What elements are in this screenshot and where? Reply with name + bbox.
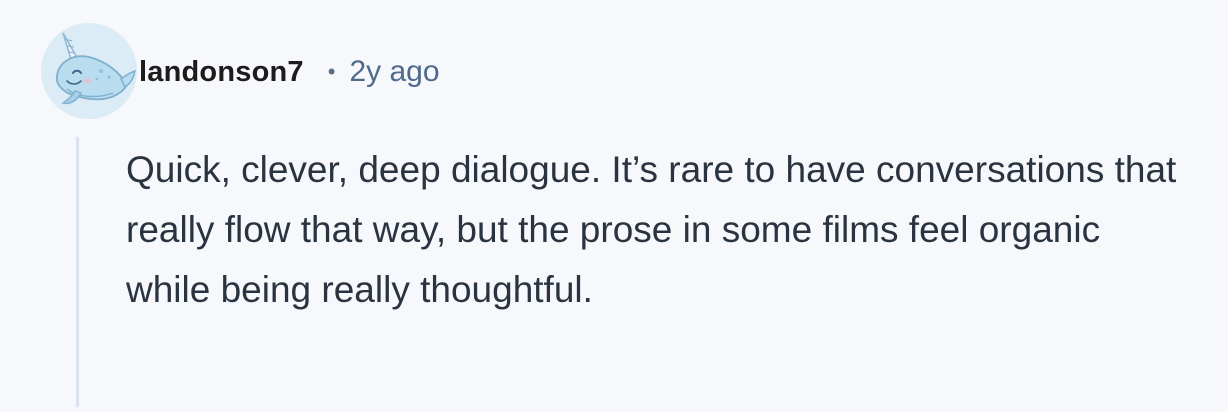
timestamp-link[interactable]: 2y ago [349, 55, 439, 89]
comment-body: Quick, clever, deep dialogue. It’s rare … [126, 149, 1177, 310]
username-link[interactable]: landonson7 [139, 56, 304, 89]
thread-collapse-line[interactable] [76, 137, 79, 407]
comment-header: landonson7 • 2y ago [139, 52, 440, 92]
meta-separator: • [327, 59, 336, 84]
comment-card: landonson7 • 2y ago Quick, clever, deep … [0, 0, 1228, 412]
narwhal-avatar-icon[interactable] [41, 23, 137, 119]
